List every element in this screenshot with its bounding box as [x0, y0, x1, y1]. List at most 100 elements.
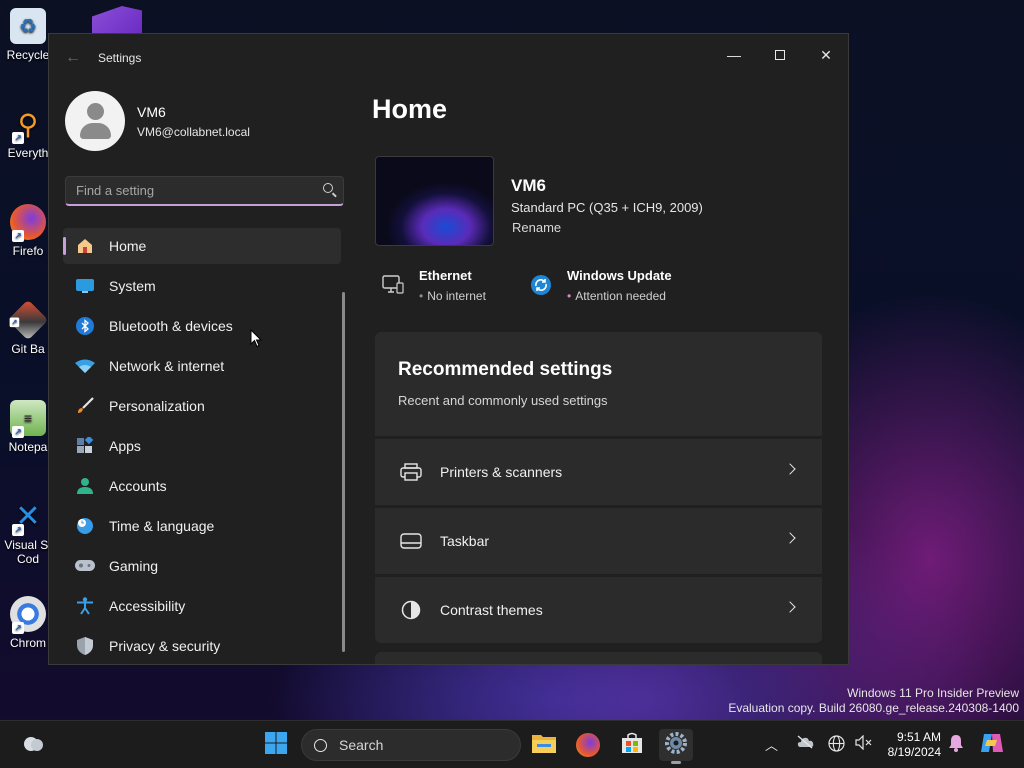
taskbar-clock[interactable]: 9:51 AM 8/19/2024 — [883, 730, 941, 760]
shortcut-arrow-icon: ↗ — [12, 622, 24, 634]
sidebar-item-label: Time & language — [109, 518, 215, 534]
sidebar-item-label: Bluetooth & devices — [109, 318, 233, 334]
ethernet-title: Ethernet — [419, 268, 472, 283]
windows-update-subtitle: • Attention needed — [567, 289, 672, 303]
firefox-icon — [576, 733, 600, 757]
windows-watermark: Windows 11 Pro Insider Preview Evaluatio… — [728, 686, 1019, 716]
gamepad-icon — [75, 556, 95, 576]
close-button[interactable]: ✕ — [803, 40, 848, 70]
status-dot: • — [419, 289, 424, 303]
mouse-cursor-icon — [250, 329, 262, 348]
onedrive-offline-icon[interactable] — [796, 735, 814, 752]
watermark-line2: Evaluation copy. Build 26080.ge_release.… — [728, 701, 1019, 715]
vscode-icon: ✕ ↗ — [10, 498, 46, 536]
file-explorer-button[interactable] — [527, 729, 561, 761]
taskbar-icon — [400, 530, 422, 552]
accessibility-icon — [75, 596, 95, 616]
firefox-taskbar-button[interactable] — [571, 729, 605, 761]
pc-description: Standard PC (Q35 + ICH9, 2009) — [511, 200, 703, 215]
search-icon[interactable] — [323, 183, 333, 193]
search-icon — [314, 738, 327, 752]
copilot-icon[interactable] — [980, 732, 1004, 757]
title-bar[interactable]: ← Settings — ✕ — [49, 34, 848, 82]
sidebar: VM6 VM6@collabnet.local Home System — [49, 82, 359, 664]
notification-bell-icon[interactable] — [948, 734, 964, 755]
settings-window: ← Settings — ✕ VM6 VM6@collabnet.local F… — [48, 33, 849, 665]
gear-icon — [664, 731, 688, 760]
recommended-item-printers[interactable]: Printers & scanners — [375, 439, 822, 505]
nav-list: Home System Bluetooth & devices Network … — [63, 228, 341, 664]
bluetooth-icon — [75, 316, 95, 336]
sidebar-item-gaming[interactable]: Gaming — [63, 548, 341, 584]
sidebar-item-time-language[interactable]: Time & language — [63, 508, 341, 544]
shortcut-arrow-icon: ↗ — [12, 524, 24, 536]
recommended-item-contrast[interactable]: Contrast themes — [375, 577, 822, 643]
sidebar-item-system[interactable]: System — [63, 268, 341, 304]
chevron-right-icon — [784, 601, 796, 613]
profile-card[interactable]: VM6 VM6@collabnet.local — [65, 91, 250, 151]
show-hidden-icons-chevron-icon[interactable]: ︿ — [765, 735, 778, 754]
window-title: Settings — [98, 51, 142, 65]
ethernet-icon — [381, 273, 405, 297]
network-globe-icon[interactable] — [828, 735, 845, 755]
sidebar-item-personalization[interactable]: Personalization — [63, 388, 341, 424]
chevron-right-icon — [784, 463, 796, 475]
printer-icon — [400, 461, 422, 483]
recommended-item-label: Printers & scanners — [440, 464, 563, 480]
ethernet-text: Ethernet • No internet — [419, 268, 486, 303]
sidebar-item-label: Gaming — [109, 558, 159, 574]
sidebar-item-accounts[interactable]: Accounts — [63, 468, 341, 504]
sidebar-item-privacy[interactable]: Privacy & security — [63, 628, 341, 664]
profile-text: VM6 VM6@collabnet.local — [137, 104, 250, 139]
rename-link[interactable]: Rename — [512, 220, 561, 235]
wifi-icon — [75, 356, 95, 376]
sidebar-item-label: Privacy & security — [109, 638, 221, 654]
apps-icon — [75, 436, 95, 456]
avatar — [65, 91, 125, 151]
minimize-icon: — — [727, 47, 741, 63]
taskbar-search-label: Search — [339, 737, 384, 753]
sidebar-item-label: Accounts — [109, 478, 167, 494]
weather-widget-button[interactable] — [16, 729, 50, 761]
ethernet-status[interactable]: Ethernet • No internet — [381, 268, 486, 303]
recommended-item-label: Contrast themes — [440, 602, 543, 618]
ethernet-status-text: No internet — [427, 289, 486, 303]
status-dot-warning: • — [567, 289, 572, 303]
search-box[interactable] — [65, 176, 344, 206]
maximize-button[interactable] — [757, 40, 803, 70]
home-content: Home VM6 Standard PC (Q35 + ICH9, 2009) … — [359, 82, 848, 664]
microsoft-store-button[interactable] — [615, 729, 649, 761]
start-button[interactable] — [259, 729, 293, 761]
sidebar-scrollbar[interactable] — [342, 292, 345, 652]
search-input[interactable] — [66, 177, 306, 203]
volume-muted-icon[interactable] — [855, 734, 872, 753]
pc-wallpaper-thumbnail — [375, 156, 494, 246]
shortcut-arrow-icon: ↗ — [9, 317, 20, 328]
windows-update-title: Windows Update — [567, 268, 672, 283]
back-arrow-icon[interactable]: ← — [65, 49, 81, 67]
sidebar-item-label: Network & internet — [109, 358, 225, 374]
sidebar-item-home[interactable]: Home — [63, 228, 341, 264]
recommended-title: Recommended settings — [398, 359, 613, 380]
folder-icon — [531, 732, 557, 759]
store-icon — [620, 731, 644, 760]
sidebar-item-network[interactable]: Network & internet — [63, 348, 341, 384]
globe-clock-icon — [75, 516, 95, 536]
ethernet-subtitle: • No internet — [419, 289, 486, 303]
sidebar-item-label: Apps — [109, 438, 141, 454]
chrome-icon: ↗ — [10, 596, 46, 634]
settings-taskbar-button[interactable] — [659, 729, 693, 764]
minimize-button[interactable]: — — [711, 40, 757, 70]
shortcut-arrow-icon: ↗ — [12, 426, 24, 438]
pc-name: VM6 — [511, 176, 546, 195]
sidebar-item-bluetooth[interactable]: Bluetooth & devices — [63, 308, 341, 344]
recommended-header: Recommended settings Recent and commonly… — [375, 332, 822, 436]
sidebar-item-apps[interactable]: Apps — [63, 428, 341, 464]
taskbar-search[interactable]: Search — [301, 729, 521, 761]
windows-update-icon — [529, 273, 553, 297]
page-title: Home — [372, 94, 448, 124]
windows-update-status[interactable]: Windows Update • Attention needed — [529, 268, 672, 303]
sidebar-item-accessibility[interactable]: Accessibility — [63, 588, 341, 624]
visual-studio-icon[interactable] — [92, 6, 142, 36]
recommended-item-taskbar[interactable]: Taskbar — [375, 508, 822, 574]
